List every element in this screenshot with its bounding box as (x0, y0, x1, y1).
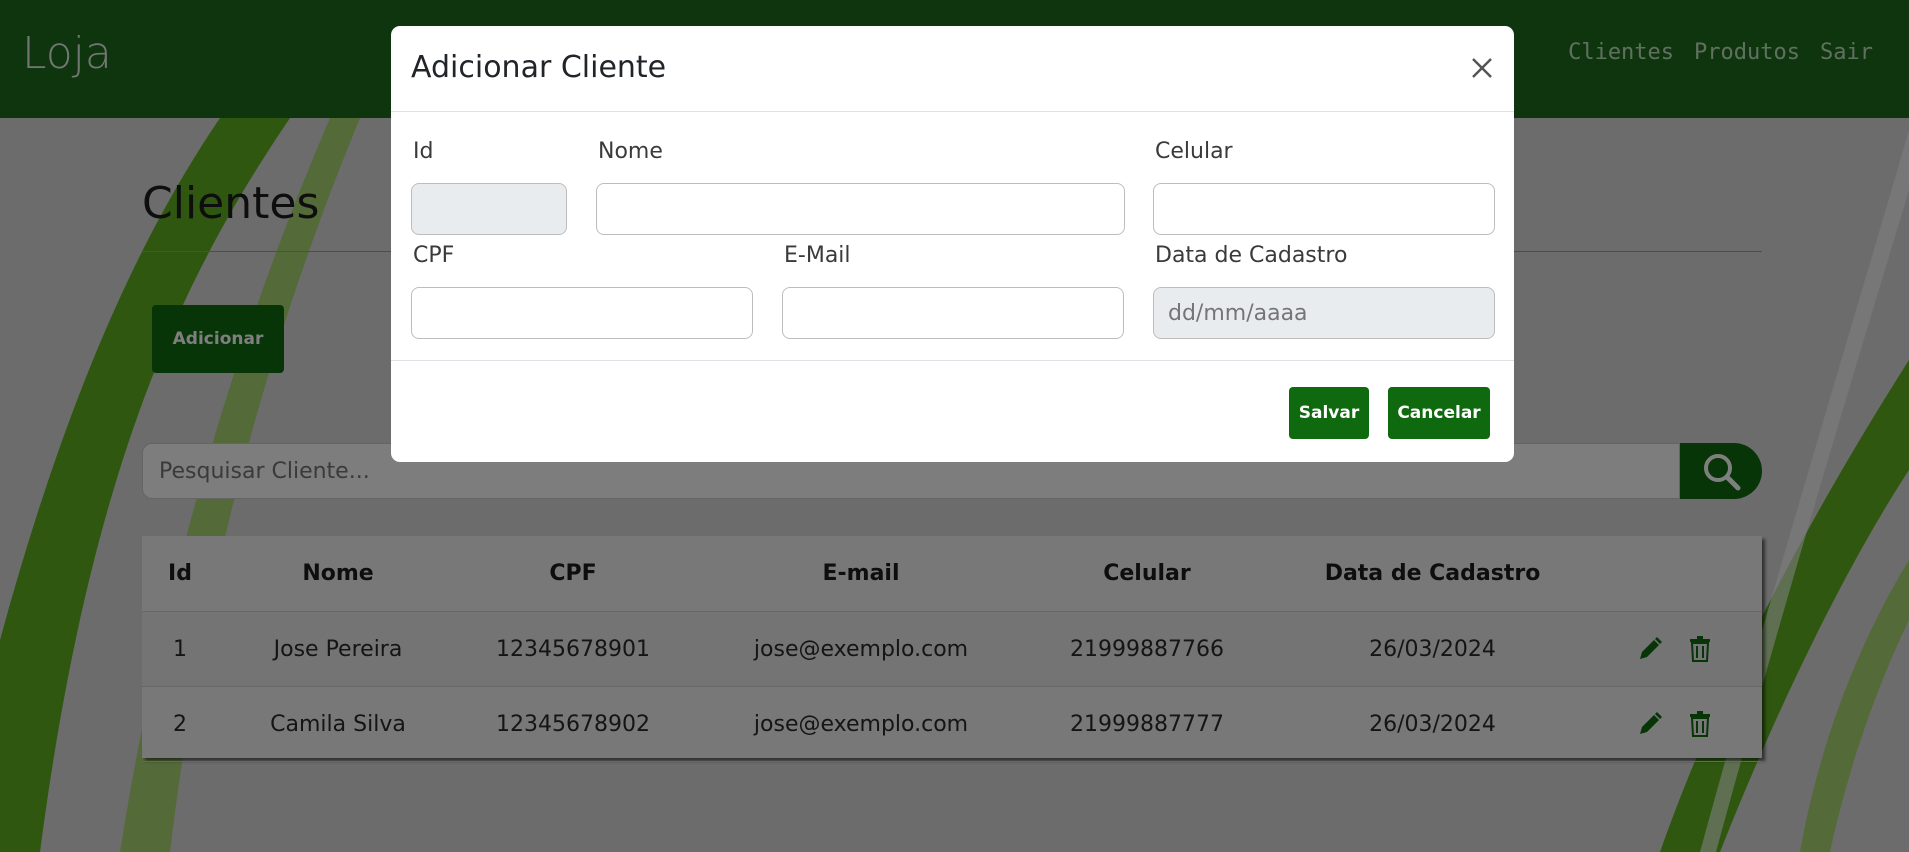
close-icon[interactable] (1466, 52, 1498, 84)
label-celular: Celular (1155, 139, 1233, 164)
nome-field[interactable] (596, 183, 1125, 235)
id-field[interactable] (411, 183, 567, 235)
modal-title: Adicionar Cliente (411, 50, 667, 85)
data-cadastro-field[interactable] (1153, 287, 1495, 339)
cpf-field[interactable] (411, 287, 753, 339)
modal-footer: Salvar Cancelar (391, 360, 1514, 463)
label-nome: Nome (598, 139, 663, 164)
cancel-button[interactable]: Cancelar (1388, 387, 1490, 439)
celular-field[interactable] (1153, 183, 1495, 235)
label-email: E-Mail (784, 243, 851, 268)
label-data-cadastro: Data de Cadastro (1155, 243, 1348, 268)
label-cpf: CPF (413, 243, 455, 268)
save-button[interactable]: Salvar (1289, 387, 1369, 439)
add-client-modal: Adicionar Cliente Id Nome Celular CPF E-… (391, 26, 1514, 462)
modal-header: Adicionar Cliente (391, 26, 1514, 112)
label-id: Id (413, 139, 434, 164)
email-field[interactable] (782, 287, 1124, 339)
